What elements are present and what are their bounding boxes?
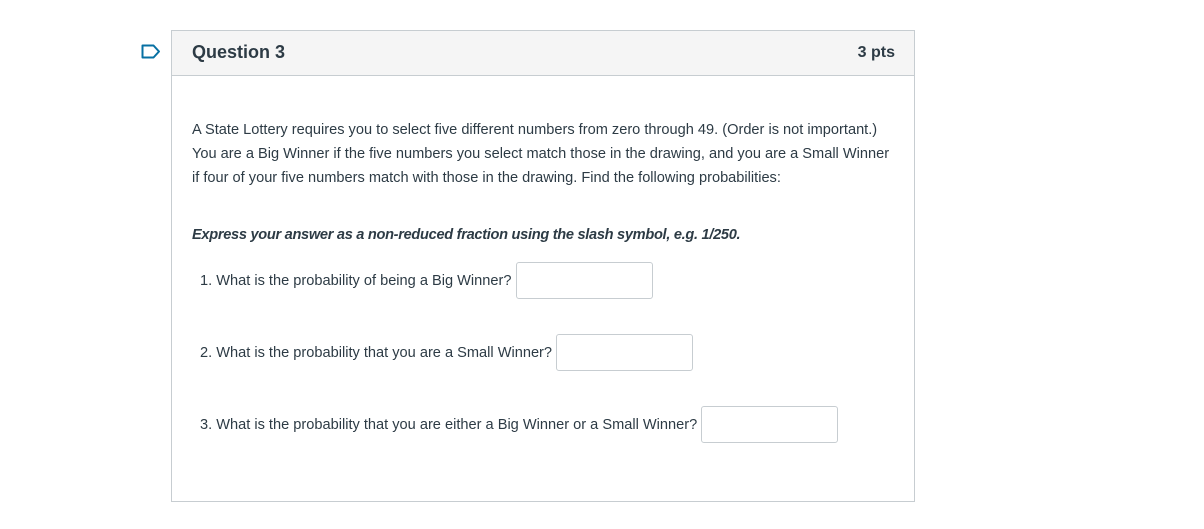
question-text: A State Lottery requires you to select f… (192, 122, 890, 186)
answer-input-3[interactable] (701, 406, 839, 443)
subquestion-label: 3. What is the probability that you are … (200, 416, 698, 433)
question-title: Question 3 (192, 41, 286, 62)
question-header: Question 3 3 pts (172, 31, 914, 76)
answer-instruction: Express your answer as a non-reduced fra… (192, 227, 741, 243)
subquestion-label: 1. What is the probability of being a Bi… (200, 272, 512, 289)
subquestion-3: 3. What is the probability that you are … (200, 406, 839, 443)
subquestion-label: 2. What is the probability that you are … (200, 344, 553, 361)
question-card: Question 3 3 pts A State Lottery require… (171, 30, 915, 502)
answer-input-1[interactable] (515, 262, 653, 299)
question-points: 3 pts (857, 44, 895, 61)
subquestion-2: 2. What is the probability that you are … (200, 334, 694, 371)
subquestion-1: 1. What is the probability of being a Bi… (200, 262, 653, 299)
answer-input-2[interactable] (556, 334, 694, 371)
flag-question-icon[interactable] (141, 44, 161, 59)
